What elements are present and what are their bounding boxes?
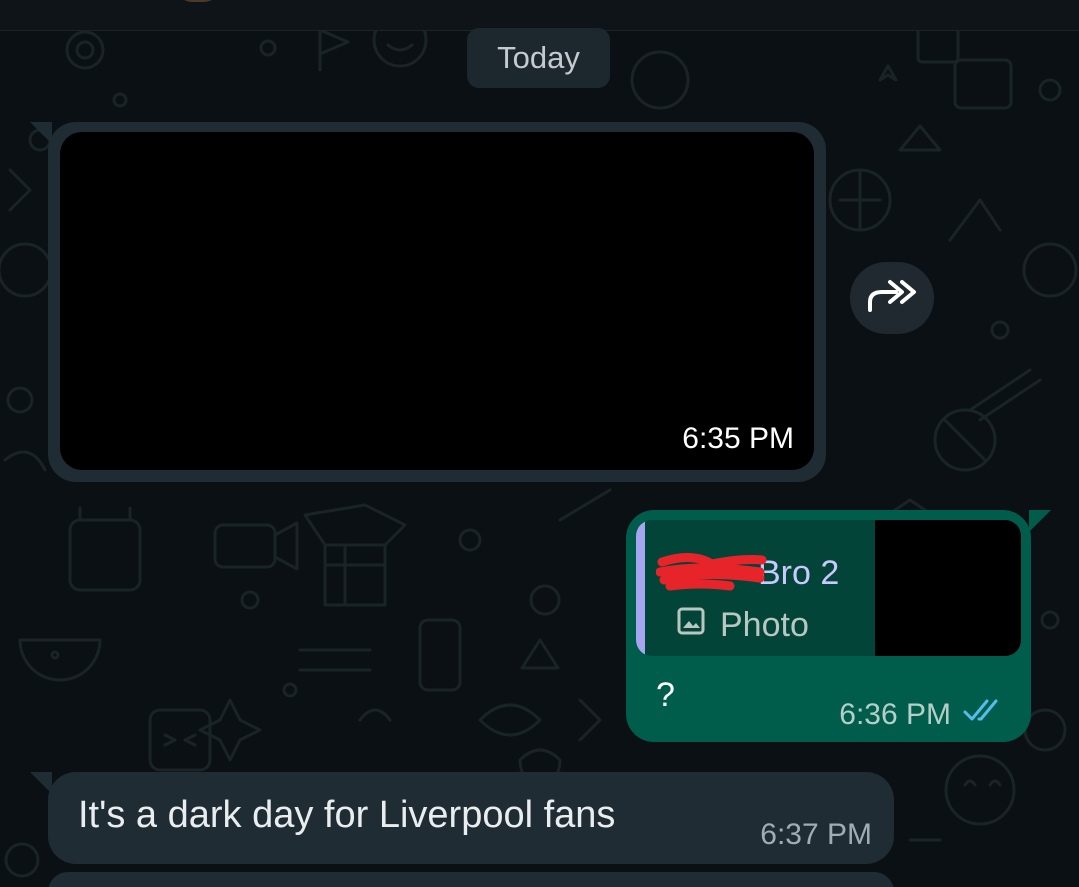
quoted-media-label: Photo xyxy=(720,606,809,644)
forward-icon xyxy=(864,276,920,321)
double-check-icon xyxy=(951,696,1007,734)
quoted-message[interactable]: Bro 2 Photo xyxy=(636,520,1021,656)
quoted-media-type: Photo xyxy=(676,606,809,645)
message-text: ? xyxy=(656,676,675,714)
forward-button[interactable] xyxy=(850,262,934,334)
incoming-text-message[interactable]: It's a dark day for Liverpool fans 6:37 … xyxy=(30,772,894,864)
bubble-tail xyxy=(30,772,52,794)
quoted-thumbnail xyxy=(875,520,1021,656)
chat-view: Today 6:35 PM Bro 2 Photo ? 6:36 PM It's… xyxy=(0,0,1079,887)
image-icon xyxy=(676,606,706,645)
redaction-scribble xyxy=(656,553,767,591)
message-time: 6:35 PM xyxy=(682,422,794,455)
message-time: 6:36 PM xyxy=(839,698,951,731)
bubble-tail xyxy=(1029,510,1051,532)
quote-accent-bar xyxy=(636,520,645,656)
message-time: 6:37 PM xyxy=(760,818,872,851)
header-bar-edge xyxy=(0,0,1079,31)
contact-avatar[interactable] xyxy=(176,0,220,2)
message-meta: 6:36 PM xyxy=(839,696,1007,734)
message-text: It's a dark day for Liverpool fans xyxy=(78,794,616,836)
message-image[interactable]: 6:35 PM xyxy=(60,132,814,470)
bubble-tail xyxy=(30,122,52,144)
date-separator: Today xyxy=(467,28,610,88)
partial-next-message[interactable] xyxy=(48,872,894,887)
incoming-image-message[interactable]: 6:35 PM xyxy=(30,122,826,482)
outgoing-reply-message[interactable]: Bro 2 Photo ? 6:36 PM xyxy=(626,510,1051,742)
